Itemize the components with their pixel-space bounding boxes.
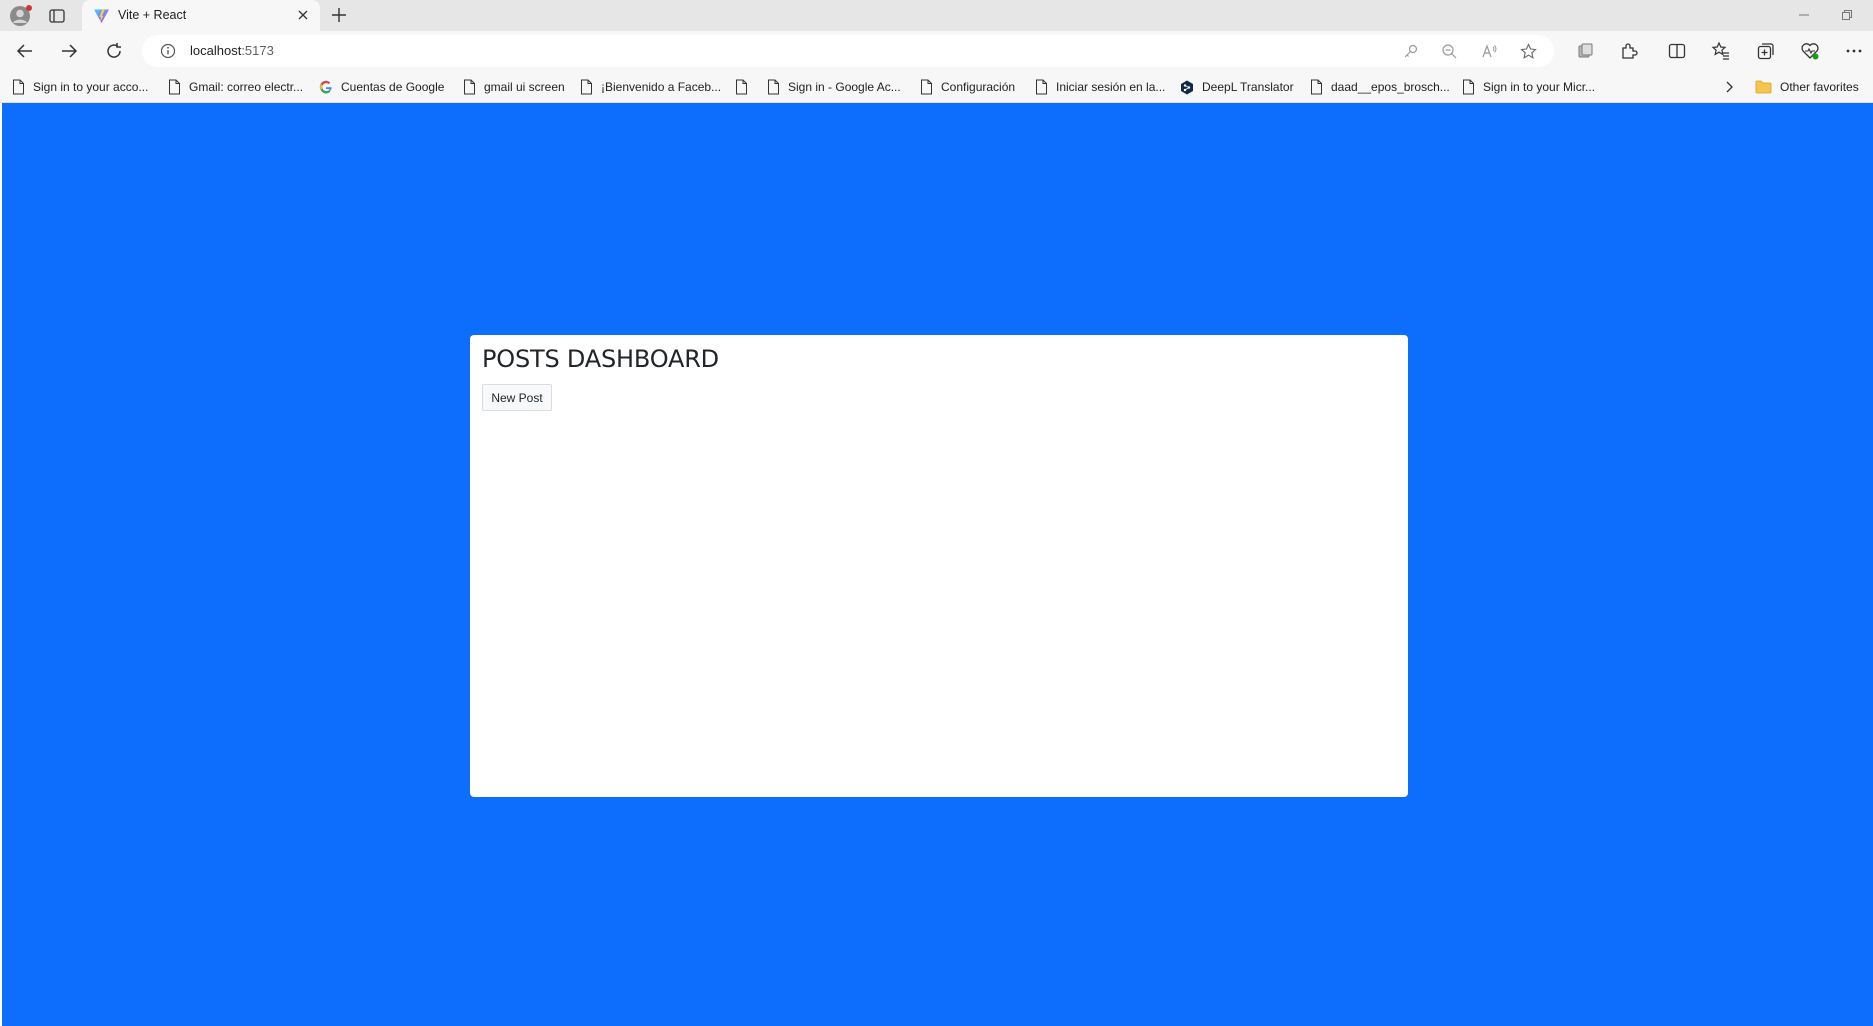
favorite-item[interactable]: Sign in to your acco... (12, 78, 148, 96)
favorite-item[interactable]: Cuentas de Google (319, 78, 444, 96)
favorite-item[interactable]: daad__epos_brosch... (1310, 78, 1450, 96)
page-title: POSTS DASHBOARD (482, 345, 719, 373)
restore-window-icon[interactable] (1840, 8, 1854, 22)
favorite-item[interactable]: Configuración (920, 78, 1015, 96)
favorites-bar: Sign in to your acco... Gmail: correo el… (0, 71, 1873, 103)
url-host: localhost (190, 43, 242, 58)
other-favorites-label: Other favorites (1780, 80, 1859, 94)
deepl-icon (1181, 80, 1193, 94)
collections-icon[interactable] (1756, 41, 1776, 61)
url-text: localhost:5173 (190, 43, 274, 58)
google-icon (319, 80, 332, 94)
other-favorites-folder[interactable]: Other favorites (1755, 78, 1859, 96)
split-screen-icon[interactable] (1667, 41, 1687, 61)
page-viewport: POSTS DASHBOARD New Post (2, 103, 1873, 1026)
favorite-label: Cuentas de Google (341, 80, 445, 94)
favorite-label: Iniciar sesión en la... (1056, 80, 1166, 94)
vite-logo-icon (93, 8, 110, 24)
page-icon (1311, 79, 1322, 95)
address-bar[interactable]: localhost:5173 (142, 35, 1554, 67)
favorite-label: Sign in to your Micr... (1483, 80, 1596, 94)
folder-icon (1755, 80, 1772, 94)
page-icon (1036, 79, 1047, 95)
page-icon (464, 79, 475, 95)
dashboard-card: POSTS DASHBOARD New Post (470, 335, 1408, 797)
favorite-item[interactable]: ¡Bienvenido a Faceb... (580, 78, 721, 96)
page-icon (921, 79, 932, 95)
favorite-label: DeepL Translator (1202, 80, 1294, 94)
site-info-icon[interactable] (160, 43, 176, 59)
new-tab-icon[interactable] (330, 6, 348, 24)
new-post-button[interactable]: New Post (482, 384, 552, 411)
browser-essentials-icon[interactable] (1800, 41, 1820, 61)
page-icon (581, 79, 592, 95)
page-icon (1463, 79, 1474, 95)
favorite-item[interactable] (735, 78, 756, 96)
favorite-label: daad__epos_brosch... (1331, 80, 1450, 94)
favorite-item[interactable]: gmail ui screen (463, 78, 565, 96)
favorite-item[interactable]: Gmail: correo electr... (168, 78, 303, 96)
read-aloud-icon[interactable] (1481, 43, 1498, 60)
more-menu-icon[interactable] (1844, 41, 1864, 61)
tab-actions-icon[interactable] (48, 7, 66, 25)
close-tab-icon[interactable] (296, 8, 310, 22)
favorites-icon[interactable] (1711, 41, 1731, 61)
favorite-item[interactable]: Sign in - Google Ac... (767, 78, 901, 96)
favorite-label: Sign in to your acco... (33, 80, 149, 94)
tab-vite-react[interactable]: Vite + React (82, 0, 320, 31)
notification-dot (26, 5, 32, 11)
tab-strip: Vite + React (0, 0, 1873, 31)
tab-title: Vite + React (118, 8, 187, 22)
favorite-item[interactable]: DeepL Translator (1180, 78, 1294, 96)
extensions-icon[interactable] (1619, 41, 1639, 61)
favorite-label: gmail ui screen (484, 80, 565, 94)
page-icon (768, 79, 779, 95)
page-icon (736, 79, 747, 95)
favorite-label: Sign in - Google Ac... (788, 80, 901, 94)
minimize-window-icon[interactable] (1797, 8, 1811, 22)
favorite-label: ¡Bienvenido a Faceb... (601, 80, 722, 94)
key-icon[interactable] (1402, 43, 1419, 60)
extensions-stack-icon[interactable] (1575, 41, 1595, 61)
back-icon[interactable] (15, 41, 35, 61)
url-port: :5173 (241, 43, 274, 58)
browser-toolbar: localhost:5173 (0, 31, 1873, 71)
profile-avatar-icon[interactable] (9, 5, 32, 27)
favorite-label: Configuración (941, 80, 1016, 94)
favorite-label: Gmail: correo electr... (189, 80, 304, 94)
page-icon (13, 79, 24, 95)
page-icon (169, 79, 180, 95)
favorite-star-icon[interactable] (1520, 43, 1537, 60)
refresh-icon[interactable] (104, 41, 124, 61)
favorite-item[interactable]: Iniciar sesión en la... (1035, 78, 1165, 96)
chevron-right-icon[interactable] (1722, 80, 1736, 94)
favorite-item[interactable]: Sign in to your Micr... (1462, 78, 1595, 96)
forward-icon[interactable] (59, 41, 79, 61)
zoom-out-icon[interactable] (1441, 43, 1458, 60)
